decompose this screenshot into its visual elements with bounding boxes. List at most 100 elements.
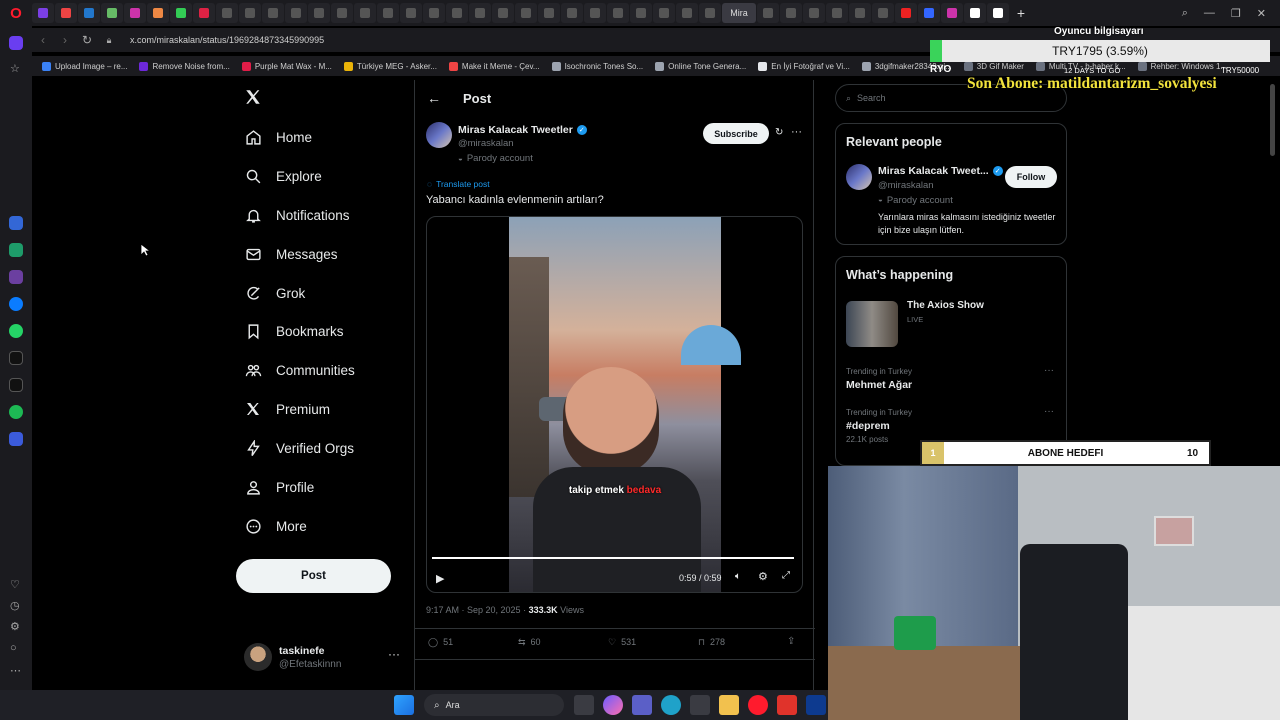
browser-tab[interactable] xyxy=(239,3,261,23)
browser-tab[interactable] xyxy=(354,3,376,23)
bookmark-item[interactable]: Isochronic Tones So... xyxy=(551,61,643,71)
lightbulb-icon[interactable]: ○ xyxy=(10,642,17,654)
whatsapp-icon[interactable] xyxy=(9,324,23,338)
nav-item-communities[interactable]: Communities xyxy=(244,357,355,383)
trend-name[interactable]: #deprem xyxy=(846,420,890,432)
browser-tab[interactable] xyxy=(607,3,629,23)
browser-tab[interactable] xyxy=(262,3,284,23)
reload-icon[interactable]: ↻ xyxy=(76,33,98,47)
browser-tab[interactable] xyxy=(446,3,468,23)
tiktok-icon[interactable] xyxy=(9,351,23,365)
browser-tab[interactable] xyxy=(757,3,779,23)
like-button[interactable]: ♡ 531 xyxy=(608,637,636,648)
volume-icon[interactable]: 🔈︎ xyxy=(735,571,741,582)
start-icon[interactable] xyxy=(394,695,414,715)
trend-more-icon[interactable]: ··· xyxy=(1044,406,1054,417)
nav-item-notifications[interactable]: Notifications xyxy=(244,202,350,228)
browser-tab[interactable] xyxy=(331,3,353,23)
person-name[interactable]: Miras Kalacak Tweet... xyxy=(878,165,989,177)
nav-item-verified-orgs[interactable]: Verified Orgs xyxy=(244,435,354,461)
back-icon[interactable]: ‹ xyxy=(32,33,54,47)
file-explorer-icon[interactable] xyxy=(719,695,739,715)
more-icon[interactable]: ··· xyxy=(388,647,400,661)
browser-tab[interactable] xyxy=(170,3,192,23)
browser-tab[interactable] xyxy=(147,3,169,23)
browser-tab[interactable] xyxy=(699,3,721,23)
video-progress-track[interactable] xyxy=(432,557,794,559)
browser-tab[interactable] xyxy=(676,3,698,23)
nav-item-messages[interactable]: Messages xyxy=(244,241,338,267)
bookmark-item[interactable]: Upload Image – re... xyxy=(42,61,127,71)
settings-icon[interactable]: ⚙ xyxy=(10,620,20,633)
browser-tab-active[interactable]: Mira xyxy=(722,3,756,23)
browser-tab[interactable] xyxy=(101,3,123,23)
bookmark-button[interactable]: ⊓ 278 xyxy=(698,637,725,648)
teams-icon[interactable] xyxy=(632,695,652,715)
browser-tab[interactable] xyxy=(584,3,606,23)
translate-post-link[interactable]: ◌ Translate post xyxy=(427,179,490,189)
bookmark-item[interactable]: Online Tone Genera... xyxy=(655,61,746,71)
bookmark-item[interactable]: Purple Mat Wax - M... xyxy=(241,61,332,71)
search-input[interactable] xyxy=(857,93,1048,103)
more-options-icon[interactable]: ··· xyxy=(791,126,802,138)
browser-tab[interactable] xyxy=(941,3,963,23)
browser-tab[interactable] xyxy=(987,3,1009,23)
lol-taskbar-icon[interactable] xyxy=(806,695,826,715)
maximize-icon[interactable]: ❐ xyxy=(1231,7,1241,20)
show-thumbnail[interactable] xyxy=(846,301,898,347)
account-switcher[interactable]: taskinefe @Efetaskinnn ··· xyxy=(244,641,404,675)
close-icon[interactable]: ✕ xyxy=(1257,7,1266,20)
video-player[interactable]: takip etmek bedava ▶ 0:59 / 0:59 🔈︎ ⚙ ⤢ xyxy=(426,216,803,593)
more-icon[interactable]: ⋯ xyxy=(10,664,21,677)
browser-tab[interactable] xyxy=(32,3,54,23)
share-icon[interactable]: ⇪ xyxy=(787,636,795,647)
spotify-icon[interactable] xyxy=(9,405,23,419)
x-logo-icon[interactable] xyxy=(244,88,264,108)
browser-tab[interactable] xyxy=(895,3,917,23)
repost-button[interactable]: ⇆ 60 xyxy=(518,637,541,648)
browser-tab[interactable] xyxy=(124,3,146,23)
nav-item-premium[interactable]: Premium xyxy=(244,396,330,422)
app-icon[interactable] xyxy=(9,270,23,284)
chatgpt-icon[interactable] xyxy=(9,243,23,257)
subscribe-button[interactable]: Subscribe xyxy=(703,123,769,144)
browser-tab[interactable] xyxy=(285,3,307,23)
show-title[interactable]: The Axios Show xyxy=(907,300,984,311)
browser-tab[interactable] xyxy=(469,3,491,23)
nav-item-profile[interactable]: Profile xyxy=(244,474,314,500)
edge-icon[interactable] xyxy=(661,695,681,715)
person-handle[interactable]: @miraskalan xyxy=(878,180,934,191)
bookmark-item[interactable]: En İyi Fotoğraf ve Vi... xyxy=(758,61,850,71)
star-icon[interactable]: ☆ xyxy=(10,62,20,75)
trend-more-icon[interactable]: ··· xyxy=(1044,365,1054,376)
bookmark-item[interactable]: Türkiye MEG - Asker... xyxy=(343,61,437,71)
messenger-icon[interactable] xyxy=(9,297,23,311)
browser-tab[interactable] xyxy=(423,3,445,23)
url-text[interactable]: x.com/miraskalan/status/1969284873345990… xyxy=(130,35,324,45)
copilot-icon[interactable] xyxy=(603,695,623,715)
browser-tab[interactable] xyxy=(78,3,100,23)
browser-tab[interactable] xyxy=(653,3,675,23)
nav-item-explore[interactable]: Explore xyxy=(244,163,322,189)
taskbar-search[interactable]: ⌕ Ara xyxy=(424,694,564,716)
browser-tab[interactable] xyxy=(630,3,652,23)
store-icon[interactable] xyxy=(690,695,710,715)
browser-tab[interactable] xyxy=(964,3,986,23)
browser-tab[interactable] xyxy=(377,3,399,23)
task-view-icon[interactable] xyxy=(574,695,594,715)
browser-tab[interactable] xyxy=(803,3,825,23)
browser-tab[interactable] xyxy=(400,3,422,23)
author-avatar[interactable] xyxy=(426,122,452,148)
browser-tab[interactable] xyxy=(193,3,215,23)
browser-tab[interactable] xyxy=(918,3,940,23)
browser-tab[interactable] xyxy=(492,3,514,23)
bookmark-item[interactable]: Remove Noise from... xyxy=(139,61,230,71)
browser-tab[interactable] xyxy=(561,3,583,23)
nav-item-more[interactable]: More xyxy=(244,513,307,539)
nav-item-home[interactable]: Home xyxy=(244,124,312,150)
opera-taskbar-icon[interactable] xyxy=(748,695,768,715)
browser-tab[interactable] xyxy=(826,3,848,23)
player-icon[interactable] xyxy=(9,432,23,446)
site-info-icon[interactable]: 🔒︎ xyxy=(98,35,120,46)
browser-tab[interactable] xyxy=(780,3,802,23)
